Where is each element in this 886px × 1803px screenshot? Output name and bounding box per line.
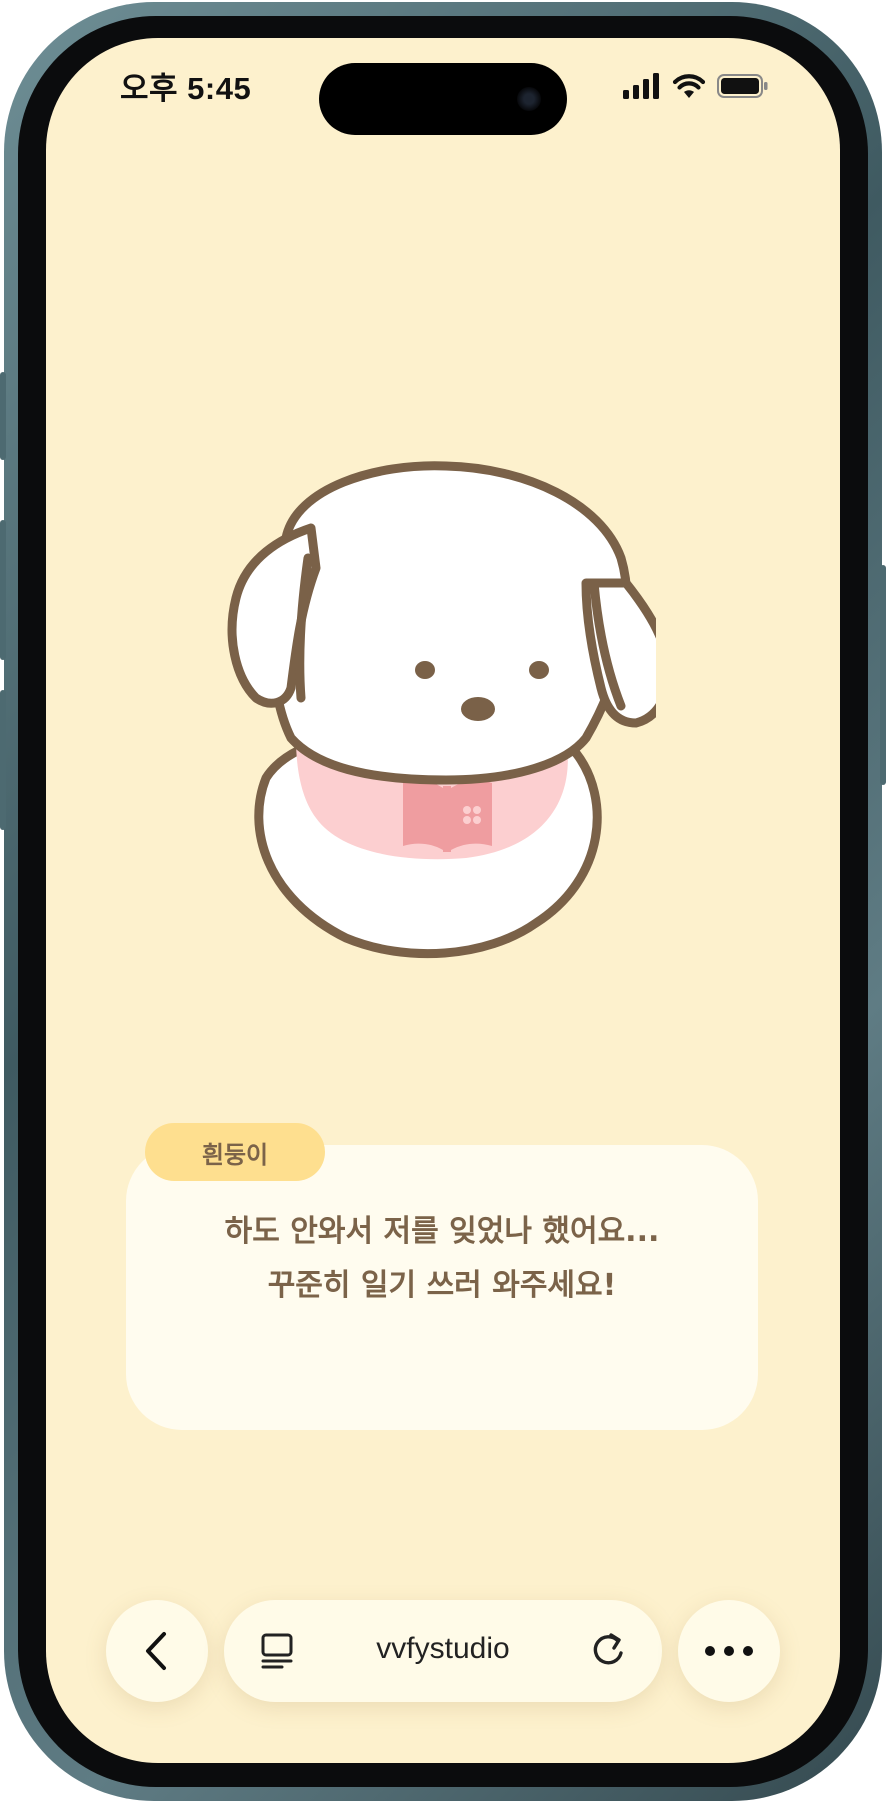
dialog-line-2: 꾸준히 일기 쓰러 와주세요!: [267, 1268, 617, 1303]
battery-icon: [717, 74, 768, 98]
dialog-message: 하도 안와서 저를 잊었나 했어요... 꾸준히 일기 쓰러 와주세요!: [126, 1205, 758, 1313]
chevron-left-icon: [146, 1632, 166, 1670]
dynamic-island: [319, 63, 567, 135]
status-time: 오후 5:45: [120, 71, 252, 106]
browser-bottom-bar: vvfystudio: [46, 1598, 840, 1708]
screen: 오후 5:45 흰둥이 하도 안와서 저를 잊었나 했어요... 꾸준히 일기 …: [46, 38, 840, 1763]
character-name: 흰둥이: [201, 1140, 269, 1169]
status-icons: [622, 73, 772, 99]
dialog-line-1: 하도 안와서 저를 잊었나 했어요...: [224, 1214, 660, 1249]
more-dots-icon: [705, 1646, 753, 1656]
volume-down-button: [0, 690, 6, 830]
power-button: [880, 565, 886, 785]
volume-up-button: [0, 520, 6, 660]
back-button[interactable]: [106, 1600, 208, 1702]
wifi-icon: [672, 74, 706, 98]
cellular-signal-icon: [623, 73, 659, 99]
front-camera: [517, 87, 541, 111]
dog-character-illustration: [227, 461, 656, 959]
more-button[interactable]: [678, 1600, 780, 1702]
open-book-clover-icon: [403, 780, 492, 852]
address-bar[interactable]: vvfystudio: [224, 1600, 662, 1702]
character-name-tag: 흰둥이: [145, 1123, 325, 1181]
action-button: [0, 372, 6, 460]
reload-icon[interactable]: [588, 1631, 628, 1671]
